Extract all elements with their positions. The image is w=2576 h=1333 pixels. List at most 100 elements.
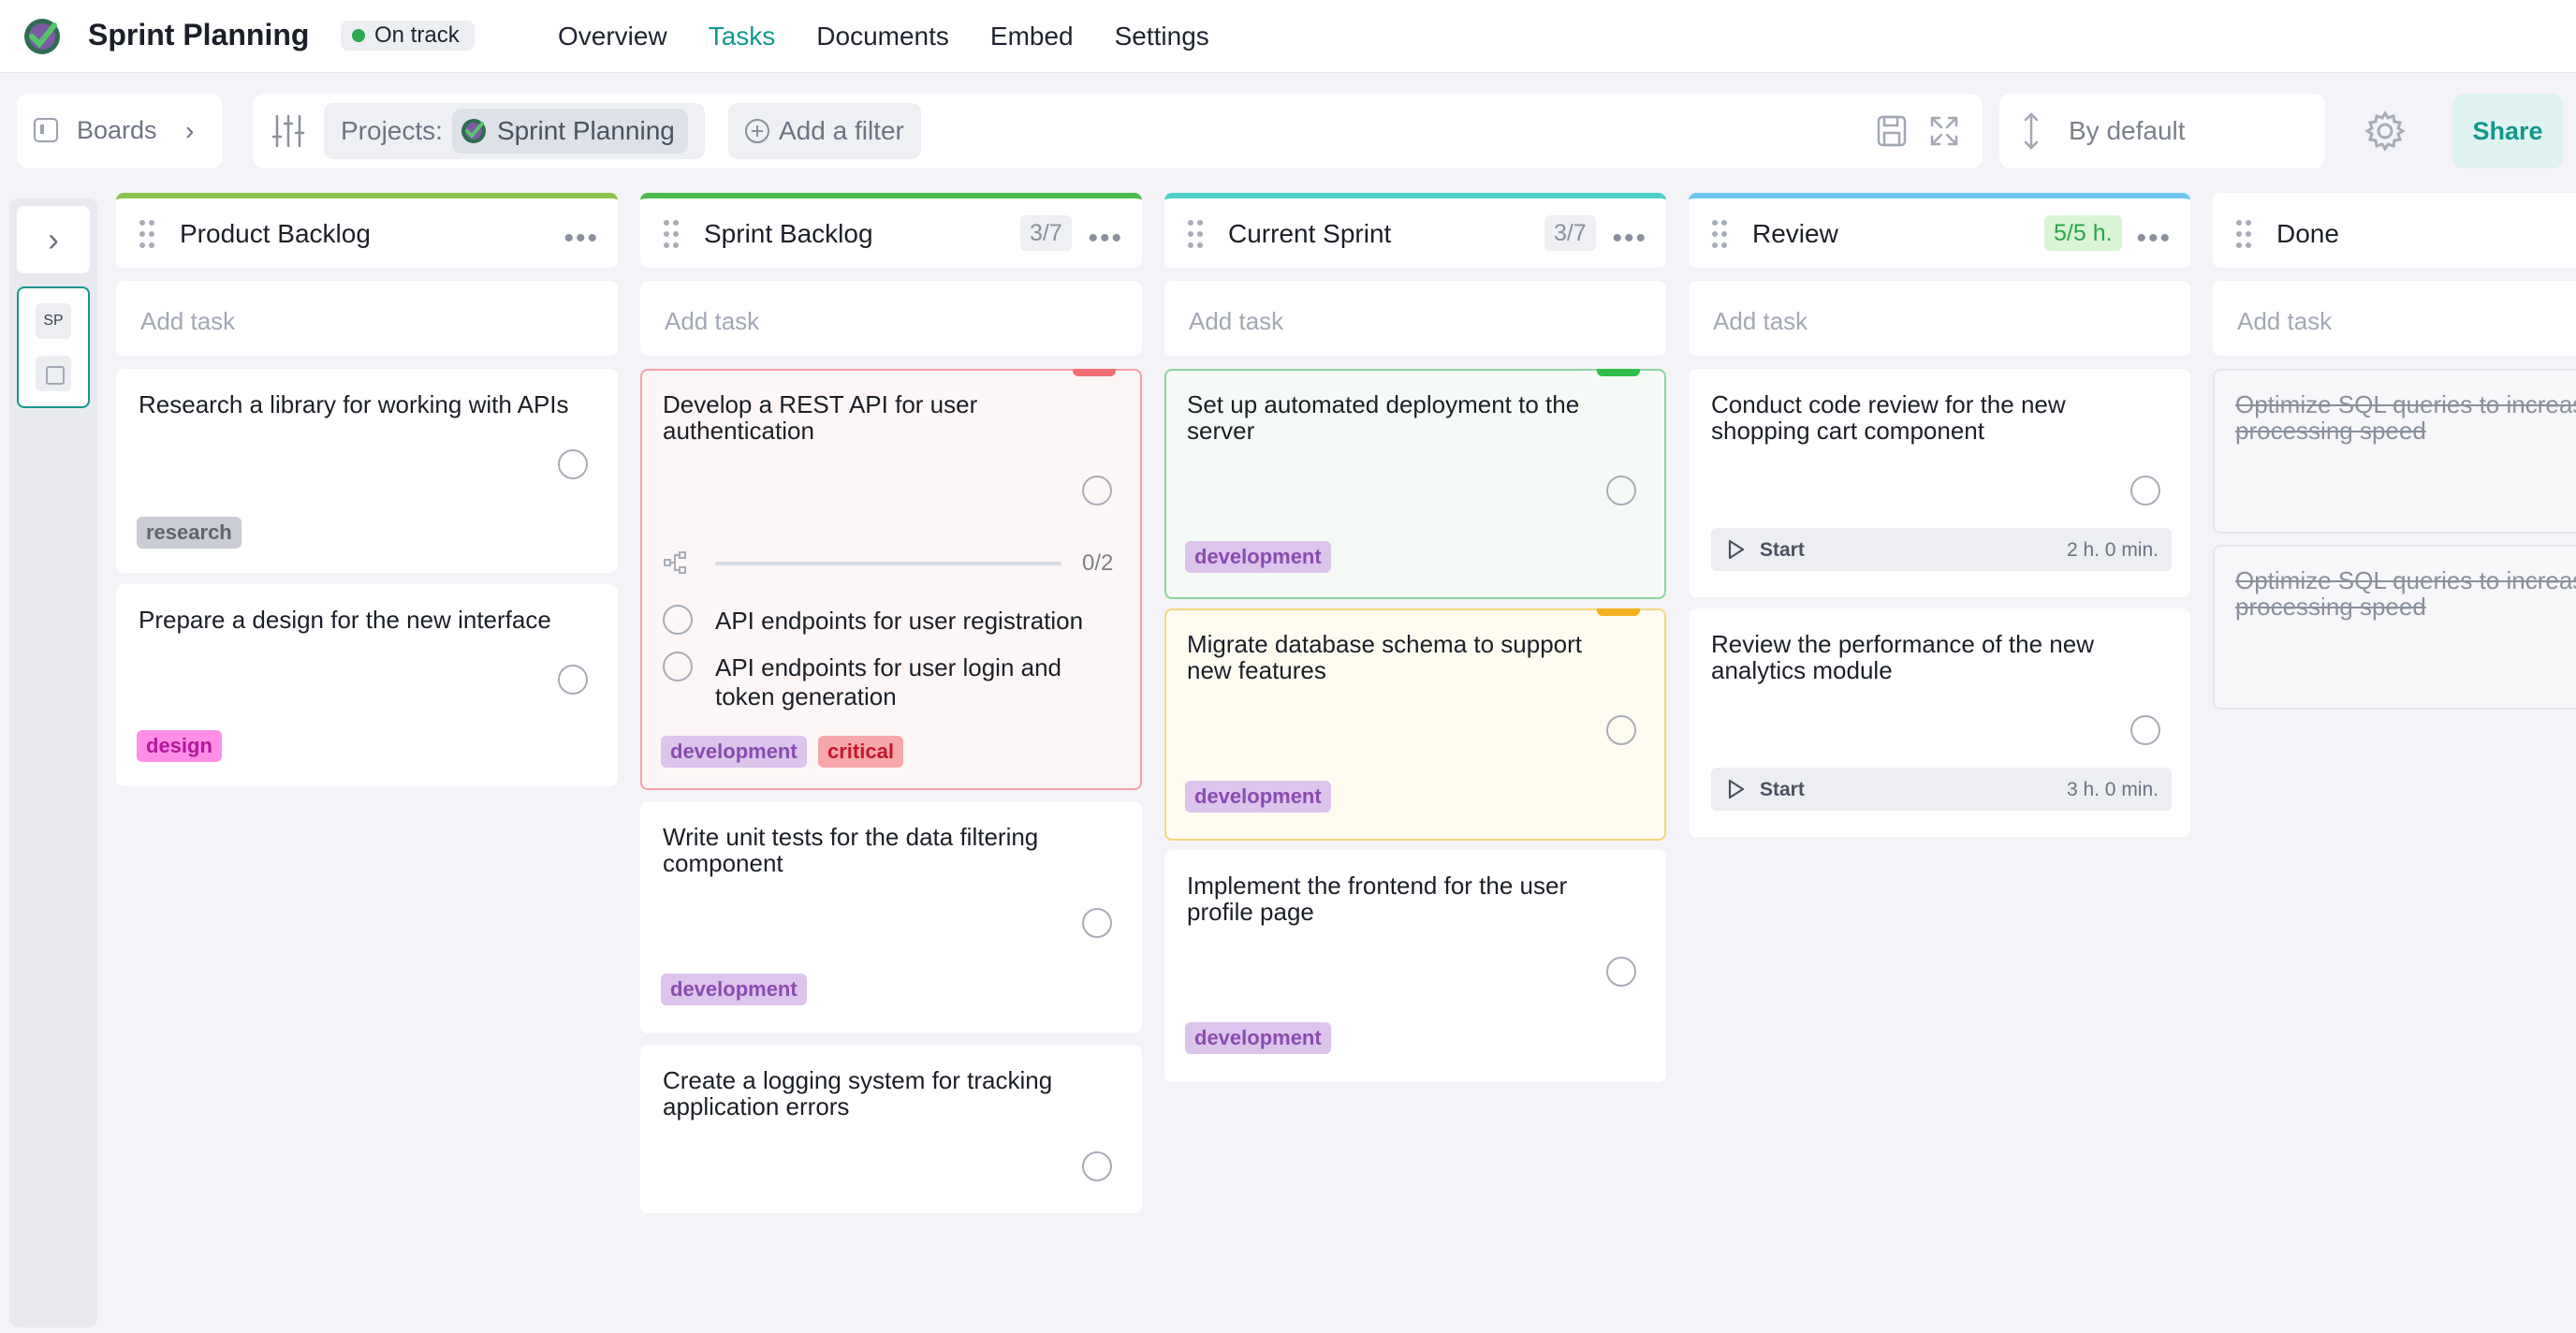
complete-checkbox[interactable] — [558, 449, 588, 479]
tag-badge: design — [137, 730, 222, 762]
drag-handle-icon[interactable] — [1711, 219, 1728, 249]
expand-icon[interactable] — [1928, 114, 1960, 148]
more-options-icon[interactable]: ••• — [1088, 223, 1123, 255]
complete-checkbox[interactable] — [2130, 476, 2160, 505]
task-card[interactable]: Set up automated deployment to the serve… — [1164, 369, 1666, 599]
column-count: 3/7 — [1020, 215, 1072, 251]
tag-badge: development — [661, 974, 807, 1005]
tab-settings[interactable]: Settings — [1115, 22, 1209, 51]
gear-icon[interactable] — [2363, 109, 2408, 154]
drag-handle-icon[interactable] — [1187, 219, 1204, 249]
column-done: Done Add task Optimize SQL queries to in… — [2213, 193, 2576, 754]
column-header: Product Backlog ••• — [116, 193, 618, 268]
subtask-item: API endpoints for user login and token g… — [663, 652, 1121, 713]
more-options-icon[interactable]: ••• — [1612, 223, 1647, 255]
task-card[interactable]: Review the performance of the new analyt… — [1689, 608, 2190, 837]
toolbar: Boards › Projects: Sprint Planning Add a — [0, 94, 2576, 168]
time-tracker[interactable]: Start 3 h. 0 min. — [1711, 768, 2172, 811]
column-product-backlog: Product Backlog ••• Add task Research a … — [116, 193, 618, 786]
complete-checkbox[interactable] — [1082, 1151, 1112, 1181]
subtask-item: API endpoints for user registration — [663, 605, 1121, 637]
task-title: Develop a REST API for user authenticati… — [663, 390, 978, 445]
start-timer-button[interactable]: Start — [1760, 539, 1805, 562]
plus-circle-icon — [745, 119, 769, 143]
tab-embed[interactable]: Embed — [990, 22, 1074, 51]
app-logo-icon[interactable] — [22, 17, 62, 56]
add-task-input[interactable]: Add task — [116, 281, 618, 356]
tab-overview[interactable]: Overview — [558, 22, 667, 51]
column-header: Sprint Backlog 3/7 ••• — [640, 193, 1142, 268]
task-card[interactable]: Write unit tests for the data filtering … — [640, 801, 1142, 1033]
task-card[interactable]: Develop a REST API for user authenticati… — [640, 369, 1142, 790]
task-card[interactable]: Optimize SQL queries to increase process… — [2213, 545, 2576, 710]
complete-checkbox[interactable] — [1082, 476, 1112, 505]
start-timer-button[interactable]: Start — [1760, 779, 1805, 801]
sort-icon — [2024, 112, 2039, 150]
column-sprint-backlog: Sprint Backlog 3/7 ••• Add task Develop … — [640, 193, 1142, 1213]
boards-breadcrumb[interactable]: Boards › — [17, 94, 223, 168]
save-icon[interactable] — [1876, 114, 1908, 148]
project-badge[interactable]: SP — [36, 303, 71, 339]
add-task-input[interactable]: Add task — [1164, 281, 1666, 356]
task-title: Migrate database schema to support new f… — [1187, 630, 1583, 684]
task-title: Research a library for working with APIs — [139, 390, 569, 418]
play-icon — [1728, 539, 1745, 560]
add-filter-label: Add a filter — [779, 116, 904, 145]
task-card[interactable]: Prepare a design for the new interface d… — [116, 584, 618, 786]
estimated-time: 3 h. 0 min. — [2066, 779, 2159, 800]
task-card[interactable]: Migrate database schema to support new f… — [1164, 608, 1666, 841]
task-card[interactable]: Research a library for working with APIs… — [116, 369, 618, 573]
sliders-icon[interactable] — [270, 112, 307, 150]
more-options-icon[interactable]: ••• — [564, 223, 599, 255]
column-current-sprint: Current Sprint 3/7 ••• Add task Set up a… — [1164, 193, 1666, 1082]
task-card[interactable]: Conduct code review for the new shopping… — [1689, 369, 2190, 597]
task-card[interactable]: Implement the frontend for the user prof… — [1164, 850, 1666, 1082]
project-chip[interactable]: Sprint Planning — [451, 109, 688, 154]
column-header: Done — [2213, 193, 2576, 268]
add-filter-button[interactable]: Add a filter — [728, 103, 921, 159]
status-badge[interactable]: On track — [341, 21, 475, 51]
boards-label: Boards — [77, 116, 157, 144]
board-square-icon[interactable] — [36, 356, 71, 391]
task-card[interactable]: Optimize SQL queries to increase process… — [2213, 369, 2576, 534]
complete-checkbox[interactable] — [1606, 476, 1636, 505]
complete-checkbox[interactable] — [1606, 957, 1636, 987]
drag-handle-icon[interactable] — [139, 219, 155, 249]
complete-checkbox[interactable] — [2130, 715, 2160, 745]
project-name: Sprint Planning — [496, 116, 675, 145]
complete-checkbox[interactable] — [1606, 715, 1636, 745]
complete-checkbox[interactable] — [1082, 908, 1112, 938]
tag-badge: development — [1185, 781, 1331, 813]
subtask-checkbox[interactable] — [663, 652, 693, 681]
subtask-checkbox[interactable] — [663, 605, 693, 635]
rail-project-group[interactable]: SP — [17, 286, 90, 408]
subtask-label[interactable]: API endpoints for user registration — [715, 607, 1118, 636]
expand-rail-button[interactable]: › — [17, 206, 90, 273]
subtasks-icon — [664, 551, 686, 574]
add-task-input[interactable]: Add task — [2213, 281, 2576, 356]
task-title: Implement the frontend for the user prof… — [1187, 872, 1568, 926]
complete-checkbox[interactable] — [558, 665, 588, 695]
priority-marker — [1597, 608, 1640, 616]
task-card[interactable]: Create a logging system for tracking app… — [640, 1045, 1142, 1213]
drag-handle-icon[interactable] — [663, 219, 680, 249]
drag-handle-icon[interactable] — [2235, 219, 2252, 249]
add-task-input[interactable]: Add task — [640, 281, 1142, 356]
column-title: Review — [1752, 219, 1838, 248]
project-logo-icon — [461, 119, 486, 143]
status-dot-icon — [352, 29, 365, 42]
tab-tasks[interactable]: Tasks — [709, 22, 776, 51]
subtask-label[interactable]: API endpoints for user login and token g… — [715, 653, 1118, 711]
column-count: 3/7 — [1544, 215, 1596, 251]
estimated-time: 2 h. 0 min. — [2066, 539, 2159, 561]
sort-dropdown[interactable]: By default — [1999, 94, 2325, 168]
time-tracker[interactable]: Start 2 h. 0 min. — [1711, 528, 2172, 571]
projects-filter[interactable]: Projects: Sprint Planning — [324, 103, 705, 159]
tab-documents[interactable]: Documents — [816, 22, 949, 51]
share-button[interactable]: Share — [2452, 94, 2563, 168]
column-header: Current Sprint 3/7 ••• — [1164, 193, 1666, 268]
more-options-icon[interactable]: ••• — [2136, 223, 2172, 255]
page-title: Sprint Planning — [88, 18, 310, 51]
add-task-input[interactable]: Add task — [1689, 281, 2190, 356]
side-rail: › SP — [9, 198, 97, 1327]
